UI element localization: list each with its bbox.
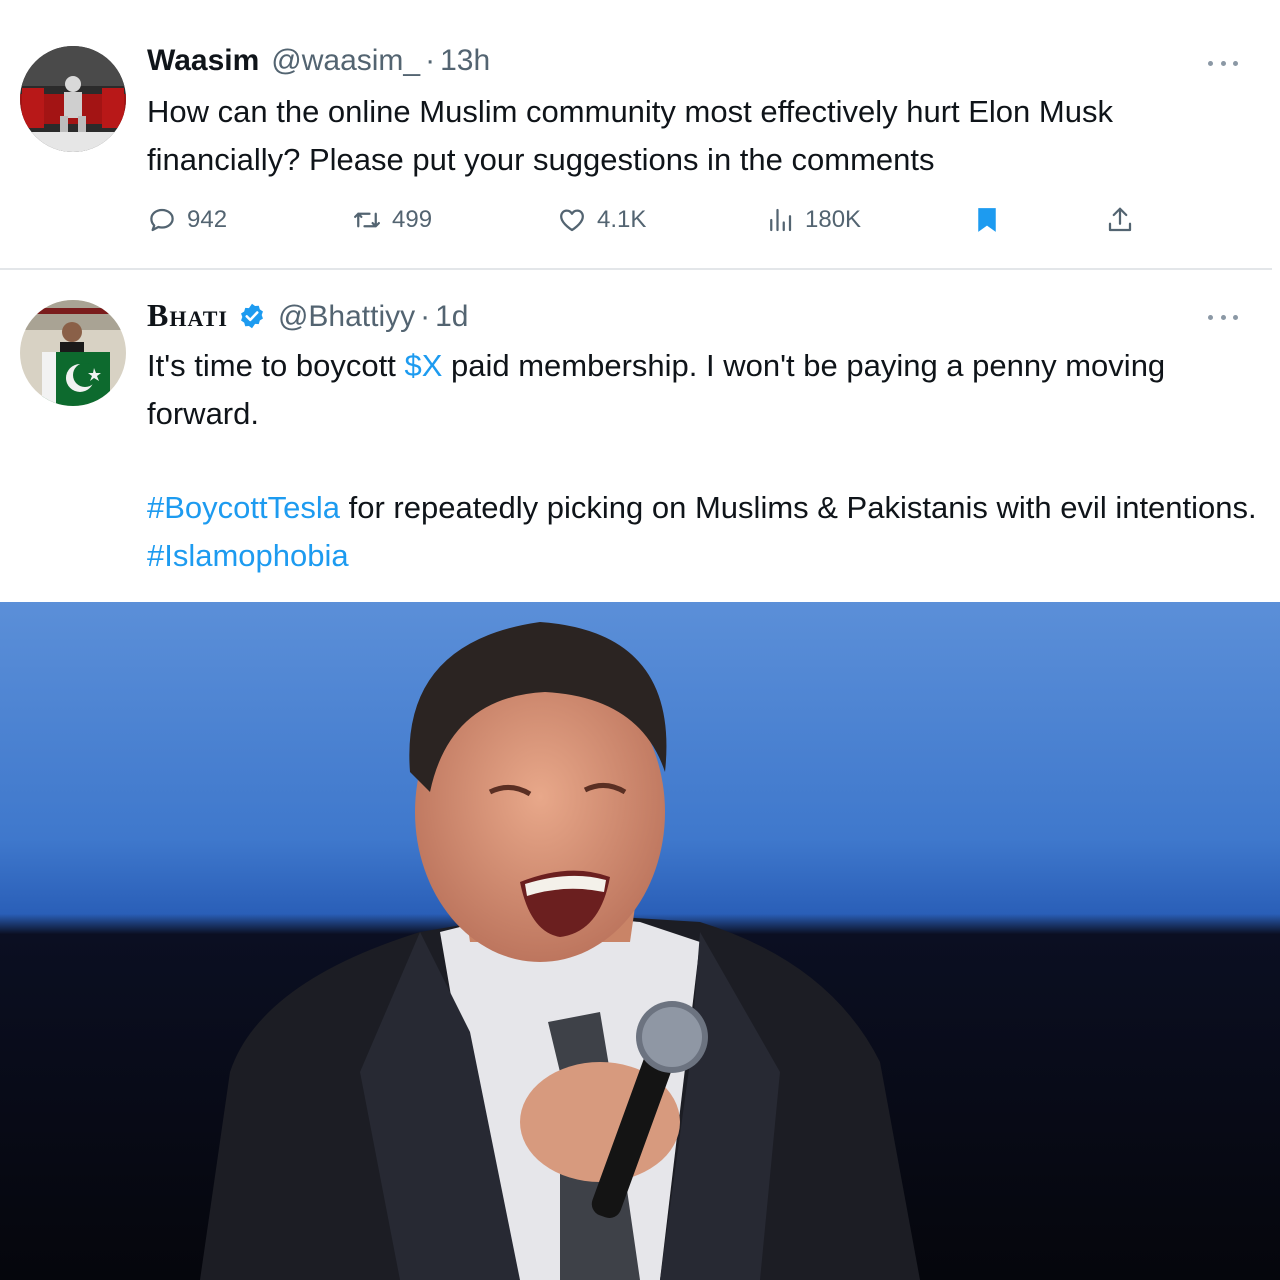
display-name[interactable]: Bhati <box>147 298 228 332</box>
share-button[interactable] <box>1105 200 1145 240</box>
tweet-actions: 942 499 4.1K 180K <box>0 200 1280 240</box>
cashtag-link[interactable]: $X <box>404 348 442 383</box>
share-upload-icon <box>1108 207 1132 232</box>
hashtag-link[interactable]: #Islamophobia <box>147 538 349 573</box>
like-count: 4.1K <box>597 206 647 233</box>
retweet-button[interactable]: 499 <box>352 200 432 240</box>
more-dots-icon[interactable] <box>1208 58 1238 68</box>
user-handle[interactable]: @waasim_ <box>271 44 420 78</box>
tweet-text: How can the online Muslim community most… <box>147 94 1113 177</box>
hashtag-link[interactable]: #BoycottTesla <box>147 490 340 525</box>
user-handle[interactable]: @Bhattiyy <box>278 300 415 334</box>
display-name[interactable]: Waasim <box>147 44 259 78</box>
bookmark-button[interactable] <box>972 200 1012 240</box>
more-dots-icon[interactable] <box>1208 312 1238 322</box>
tweet-paragraph: #BoycottTesla for repeatedly picking on … <box>147 484 1257 580</box>
view-count: 180K <box>805 206 862 233</box>
speech-bubble-icon <box>150 208 174 232</box>
separator: · <box>420 300 431 333</box>
reply-button[interactable]: 942 <box>147 200 227 240</box>
tweet-header: Waasim @waasim_ · 13h <box>147 44 490 78</box>
tweet-text: It's time to boycott $X paid membership.… <box>147 342 1257 580</box>
text-segment: for repeatedly picking on Muslims & Paki… <box>340 490 1257 525</box>
verified-badge-icon <box>240 303 263 329</box>
avatar[interactable] <box>20 300 126 406</box>
reply-count: 942 <box>187 206 228 233</box>
heart-icon <box>560 209 584 232</box>
bookmark-icon <box>978 208 996 232</box>
tweet-feed: Waasim @waasim_ · 13h How can the online… <box>0 0 1280 1280</box>
retweet-count: 499 <box>392 206 433 233</box>
tweet-photo[interactable] <box>0 602 1280 1280</box>
timestamp[interactable]: 13h <box>440 44 490 78</box>
retweet-arrows-icon <box>354 212 380 228</box>
separator: · <box>425 44 436 77</box>
bar-chart-icon <box>770 208 792 232</box>
tweet-header: Bhati @Bhattiyy · 1d <box>147 298 469 334</box>
tweet-paragraph: It's time to boycott $X paid membership.… <box>147 342 1257 438</box>
avatar[interactable] <box>20 46 126 152</box>
views-button[interactable]: 180K <box>765 200 861 240</box>
like-button[interactable]: 4.1K <box>557 200 646 240</box>
text-segment: It's time to boycott <box>147 348 405 383</box>
tweet[interactable]: Waasim @waasim_ · 13h How can the online… <box>0 0 1280 268</box>
timestamp[interactable]: 1d <box>435 300 468 334</box>
